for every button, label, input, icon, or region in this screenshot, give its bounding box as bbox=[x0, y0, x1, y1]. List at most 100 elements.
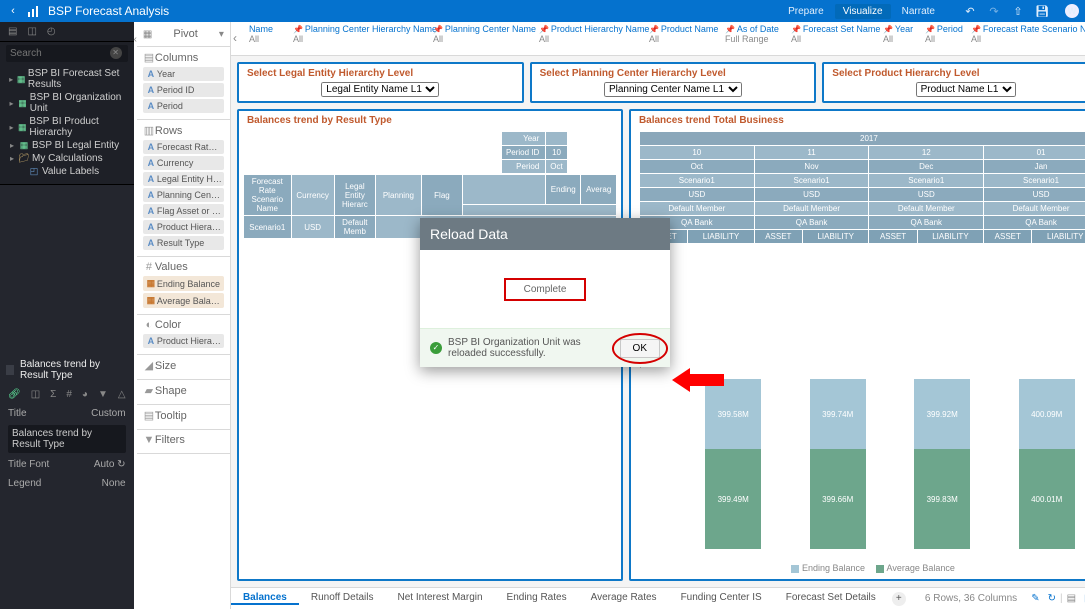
pin-icon: 📌 bbox=[649, 25, 659, 34]
chart-plot: 399.58M399.49M 399.74M399.66M 399.92M399.8… bbox=[681, 246, 1085, 549]
canvas-tab[interactable]: Average Rates bbox=[579, 592, 669, 605]
title-input[interactable]: Balances trend by Result Type bbox=[8, 425, 126, 453]
filter-chip[interactable]: 📌PeriodAll bbox=[925, 22, 965, 44]
layout1-icon[interactable]: ▤ bbox=[1067, 593, 1076, 604]
app-logo-icon bbox=[26, 3, 42, 19]
pill[interactable]: ACurrency bbox=[143, 156, 224, 170]
page-title: BSP Forecast Analysis bbox=[48, 4, 169, 18]
color-drop[interactable]: ◐Color bbox=[143, 319, 224, 331]
data-panel: ▤ ◫ ◴ ✕ ▸▦BSP BI Forecast Set Results ▸▦… bbox=[0, 22, 134, 609]
filter-icon[interactable]: ▼ bbox=[98, 389, 108, 400]
scroll-left-icon[interactable]: ‹ bbox=[233, 31, 237, 45]
add-canvas-button[interactable]: + bbox=[892, 592, 906, 606]
canvas-tab[interactable]: Funding Center IS bbox=[669, 592, 774, 605]
pin-icon: 📌 bbox=[293, 25, 303, 34]
filter-chip[interactable]: 📌Product Hierarchy NameAll bbox=[539, 22, 643, 44]
legal-entity-select[interactable]: Legal Entity Name L1 bbox=[321, 82, 439, 97]
gauge-icon[interactable]: ◕ bbox=[82, 389, 88, 400]
filter-chip[interactable]: 📌Product NameAll bbox=[649, 22, 719, 44]
pill[interactable]: APeriod bbox=[143, 99, 224, 113]
save-icon[interactable]: 💾︎ bbox=[1035, 4, 1049, 18]
canvas-tab[interactable]: Balances bbox=[231, 592, 299, 605]
bar[interactable]: 399.58M399.49M bbox=[705, 379, 761, 549]
filter-chip[interactable]: 📌Forecast Rate Scenario NAll bbox=[971, 22, 1081, 44]
avatar[interactable]: W bbox=[1065, 4, 1079, 18]
shape-drop[interactable]: ▰Shape bbox=[143, 384, 224, 397]
tree-item-tag[interactable]: ◰Value Labels bbox=[0, 165, 134, 178]
filter-bar: ‹ NameAll 📌Planning Center Hierarchy Name… bbox=[231, 22, 1085, 56]
share-icon[interactable]: ⇧ bbox=[1011, 4, 1025, 18]
bar[interactable]: 400.09M400.01M bbox=[1019, 379, 1075, 549]
ok-button[interactable]: OK bbox=[620, 339, 660, 358]
pin-icon: 📌 bbox=[433, 25, 443, 34]
filter-chip[interactable]: 📌As of DateFull Range bbox=[725, 22, 785, 44]
mode-narrate[interactable]: Narrate bbox=[894, 4, 943, 19]
size-drop[interactable]: ◢Size bbox=[143, 359, 224, 372]
columns-drop[interactable]: ▤Columns bbox=[143, 51, 224, 64]
edit-icon[interactable]: ✎ bbox=[1031, 593, 1039, 604]
mode-visualize[interactable]: Visualize bbox=[835, 4, 891, 19]
refresh-icon[interactable]: ↻ bbox=[117, 459, 125, 470]
canvas-tab[interactable]: Forecast Set Details bbox=[774, 592, 888, 605]
pill[interactable]: AFlag Asset or … bbox=[143, 204, 224, 218]
pill[interactable]: ALegal Entity H… bbox=[143, 172, 224, 186]
chevron-down-icon: ▾ bbox=[219, 29, 224, 40]
grammar-panel: ▦ Pivot ▾ ▤Columns AYear APeriod ID APer… bbox=[137, 22, 231, 609]
selector-card: Select Product Hierarchy Level Product N… bbox=[822, 62, 1085, 103]
back-icon[interactable]: ‹ bbox=[6, 5, 20, 17]
viz-type-picker[interactable]: ▦ Pivot ▾ bbox=[137, 22, 230, 47]
planning-center-select[interactable]: Planning Center Name L1 bbox=[604, 82, 742, 97]
values-drop[interactable]: #Values bbox=[143, 261, 224, 273]
success-icon: ✓ bbox=[430, 342, 442, 354]
pill[interactable]: AForecast Rat… bbox=[143, 140, 224, 154]
clear-icon[interactable]: ✕ bbox=[110, 47, 122, 59]
bar[interactable]: 399.74M399.66M bbox=[810, 379, 866, 549]
pill[interactable]: ▦Ending Balance bbox=[143, 276, 224, 291]
canvas-tab[interactable]: Net Interest Margin bbox=[386, 592, 495, 605]
mode-prepare[interactable]: Prepare bbox=[780, 4, 832, 19]
pill[interactable]: AResult Type bbox=[143, 236, 224, 250]
refresh-icon[interactable]: ↻ bbox=[1048, 593, 1056, 604]
filter-chip[interactable]: 📌Planning Center NameAll bbox=[433, 22, 533, 44]
selector-card: Select Legal Entity Hierarchy Level Lega… bbox=[237, 62, 524, 103]
pill[interactable]: AProduct Hiera… bbox=[143, 334, 224, 348]
link-icon[interactable]: 🔗︎ bbox=[8, 389, 21, 400]
copy-icon[interactable]: ◫ bbox=[31, 389, 40, 400]
redo-icon[interactable]: ↷ bbox=[987, 4, 1001, 18]
mode-switch: Prepare Visualize Narrate bbox=[780, 4, 943, 19]
pin-icon: 📌 bbox=[883, 25, 893, 34]
filter-chip[interactable]: NameAll bbox=[249, 22, 287, 44]
sum-icon[interactable]: Σ bbox=[50, 389, 56, 400]
tree-item[interactable]: ▸▦BSP BI Legal Entity bbox=[0, 139, 134, 152]
bar[interactable]: 399.92M399.83M bbox=[914, 379, 970, 549]
product-select[interactable]: Product Name L1 bbox=[916, 82, 1016, 97]
pill[interactable]: APlanning Cen… bbox=[143, 188, 224, 202]
hash-icon[interactable]: # bbox=[66, 389, 72, 400]
tree-item[interactable]: ▸▦BSP BI Product Hierarchy bbox=[0, 115, 134, 139]
selector-row: Select Legal Entity Hierarchy Level Lega… bbox=[237, 62, 1085, 103]
pill[interactable]: ▦Average Bala… bbox=[143, 293, 224, 308]
collapse-panel-icon[interactable]: ‹ bbox=[134, 34, 137, 45]
filter-chip[interactable]: 📌Planning Center Hierarchy NameAll bbox=[293, 22, 427, 44]
filters-drop[interactable]: ▼Filters bbox=[143, 434, 224, 446]
viz-tab-icon[interactable]: ◫ bbox=[27, 26, 36, 37]
analytics-tab-icon[interactable]: ◴ bbox=[47, 26, 56, 37]
filter-chip[interactable]: 📌YearAll bbox=[883, 22, 919, 44]
rows-drop[interactable]: ▥Rows bbox=[143, 124, 224, 137]
pill[interactable]: AProduct Hiera… bbox=[143, 220, 224, 234]
canvas-tab[interactable]: Runoff Details bbox=[299, 592, 386, 605]
tree-item[interactable]: ▸▦BSP BI Forecast Set Results bbox=[0, 67, 134, 91]
undo-icon[interactable]: ↶ bbox=[963, 4, 977, 18]
canvas-tab[interactable]: Ending Rates bbox=[495, 592, 579, 605]
filter-chip[interactable]: 📌Forecast Set NameAll bbox=[791, 22, 877, 44]
tree-item-folder[interactable]: ▸📁︎My Calculations bbox=[0, 152, 134, 165]
flask-icon[interactable]: △ bbox=[118, 389, 126, 400]
data-tab-icon[interactable]: ▤ bbox=[8, 26, 17, 37]
pill[interactable]: AYear bbox=[143, 67, 224, 81]
tree-item[interactable]: ▸▦BSP BI Organization Unit bbox=[0, 91, 134, 115]
bar-chart-viz[interactable]: Balances trend Total Business 2017 10111… bbox=[629, 109, 1085, 581]
tooltip-drop[interactable]: ▤Tooltip bbox=[143, 409, 224, 422]
pin-icon: 📌 bbox=[971, 25, 981, 34]
dialog-message: BSP BI Organization Unit was reloaded su… bbox=[448, 337, 620, 359]
pill[interactable]: APeriod ID bbox=[143, 83, 224, 97]
